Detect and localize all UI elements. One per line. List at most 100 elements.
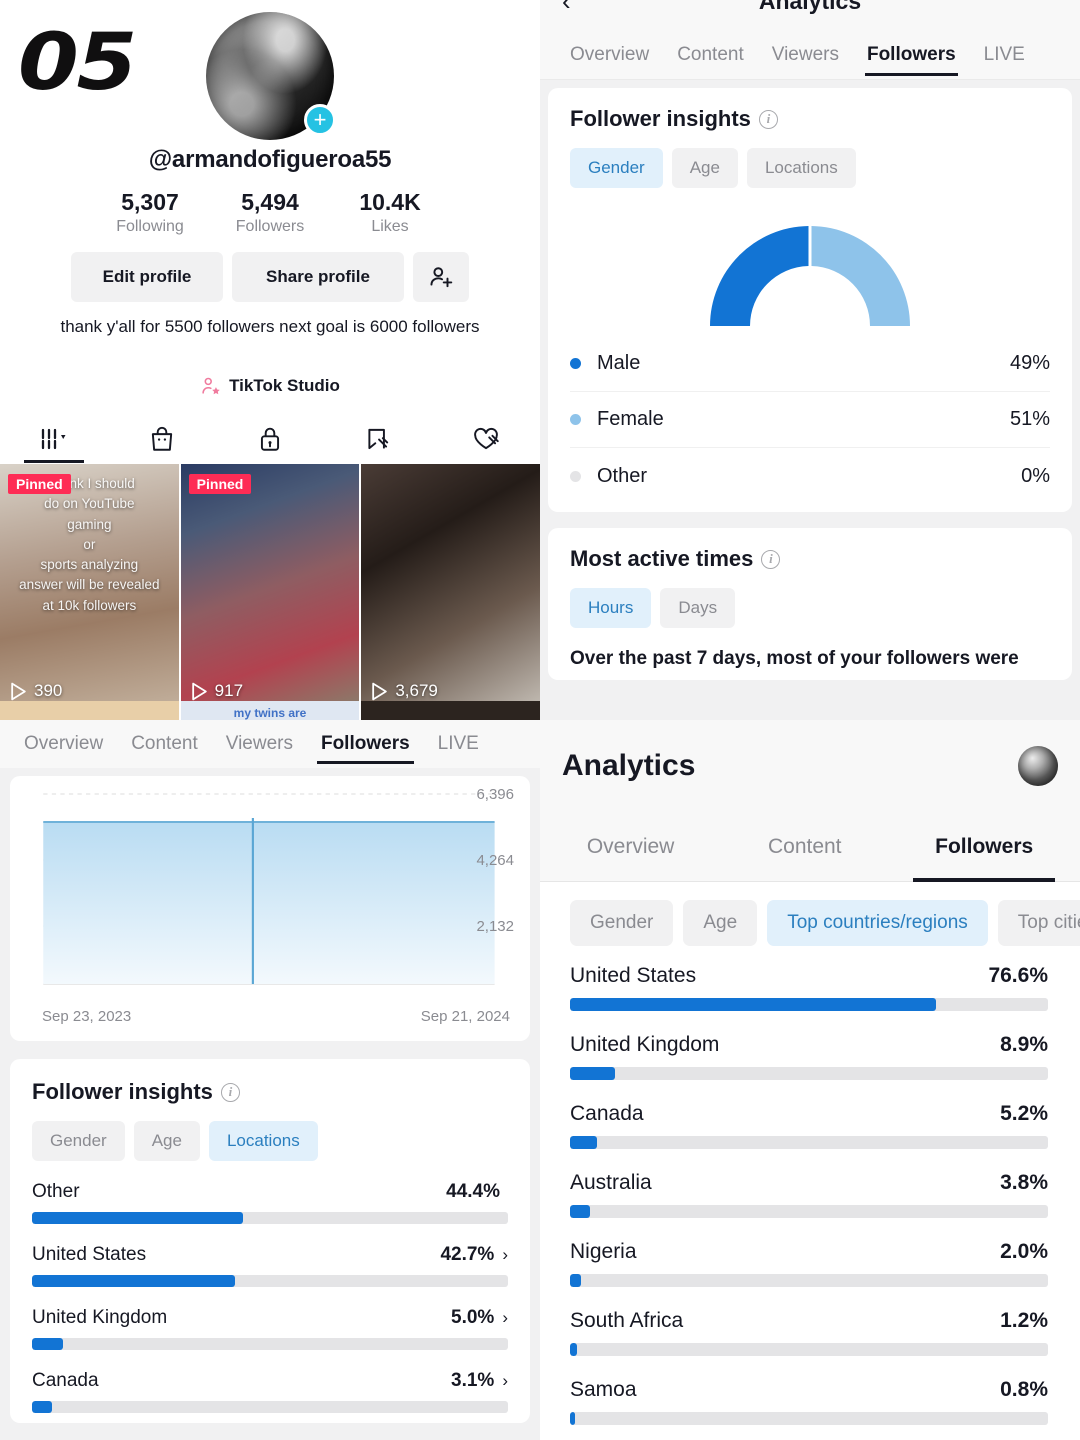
chip-gender[interactable]: Gender: [32, 1121, 125, 1161]
posts-grid-tab[interactable]: [0, 415, 108, 463]
tab-content[interactable]: Content: [768, 812, 842, 882]
repost-tab[interactable]: [324, 415, 432, 463]
most-active-times-chips: Hours Days: [570, 588, 1050, 628]
location-bar-track: [32, 1338, 508, 1350]
tab-content[interactable]: Content: [663, 30, 758, 80]
private-lock-tab[interactable]: [216, 415, 324, 463]
avatar[interactable]: +: [206, 12, 336, 140]
location-name: United States: [32, 1244, 147, 1265]
video-cell[interactable]: 3,679: [361, 464, 540, 725]
edit-profile-button[interactable]: Edit profile: [71, 252, 223, 302]
liked-tab[interactable]: [432, 415, 540, 463]
profile-content-tabs: [0, 415, 540, 463]
followers-area-chart[interactable]: 6,396 4,264 2,132: [24, 786, 516, 1000]
tab-overview[interactable]: Overview: [10, 720, 117, 768]
liked-heart-icon: [474, 427, 499, 450]
country-bar-track: [570, 1136, 1048, 1149]
country-value: 8.9%: [1000, 1033, 1048, 1056]
chip-days[interactable]: Days: [660, 588, 736, 628]
chevron-down-icon: [61, 435, 66, 439]
country-bar-fill: [570, 1136, 597, 1149]
tab-followers[interactable]: Followers: [307, 720, 424, 768]
chip-age[interactable]: Age: [683, 900, 758, 946]
tab-content[interactable]: Content: [117, 720, 212, 768]
chip-locations[interactable]: Locations: [208, 1121, 318, 1161]
studio-star-person-icon: [202, 377, 220, 395]
tab-live[interactable]: LIVE: [424, 720, 493, 768]
follower-insights-title: Follower insights: [32, 1079, 213, 1104]
location-row[interactable]: Other 44.4%: [32, 1181, 508, 1224]
stat-likes-value: 10.4K: [359, 189, 421, 215]
location-name: United Kingdom: [32, 1307, 168, 1328]
location-row[interactable]: United States 42.7% ›: [32, 1244, 508, 1287]
country-bar-track: [570, 998, 1048, 1011]
chip-age[interactable]: Age: [671, 148, 738, 188]
country-bar-track: [570, 1412, 1048, 1425]
country-value: 76.6%: [988, 964, 1048, 987]
video-play-count: 3,679: [371, 681, 438, 701]
country-row[interactable]: South Africa 1.2%: [570, 1309, 1048, 1356]
legend-row-male: Male 49%: [570, 336, 1050, 392]
add-user-button[interactable]: [413, 252, 469, 302]
add-profile-plus-icon[interactable]: +: [304, 104, 336, 136]
legend-dot-other: [570, 470, 581, 482]
tab-viewers[interactable]: Viewers: [212, 720, 307, 768]
country-row[interactable]: United States 76.6%: [570, 964, 1048, 1011]
info-icon[interactable]: i: [761, 549, 781, 569]
share-profile-button[interactable]: Share profile: [232, 252, 404, 302]
country-name: Nigeria: [570, 1240, 637, 1263]
chip-top-countries-regions[interactable]: Top countries/regions: [767, 900, 988, 946]
video-overlay-caption: u think I should do on YouTube gaming or…: [19, 476, 160, 613]
location-row[interactable]: United Kingdom 5.0% ›: [32, 1307, 508, 1350]
country-value: 3.8%: [1000, 1171, 1048, 1194]
pinned-badge: Pinned: [8, 474, 71, 494]
info-icon[interactable]: i: [758, 109, 778, 129]
country-row[interactable]: Canada 5.2%: [570, 1102, 1048, 1149]
info-icon[interactable]: i: [220, 1082, 240, 1102]
chip-locations[interactable]: Locations: [746, 148, 856, 188]
country-row[interactable]: Australia 3.8%: [570, 1171, 1048, 1218]
stat-following[interactable]: 5,307 Following: [90, 188, 210, 238]
follower-insights-locations-card: Follower insights i Gender Age Locations…: [10, 1059, 530, 1423]
tab-live[interactable]: LIVE: [970, 30, 1039, 80]
tab-overview[interactable]: Overview: [587, 812, 675, 882]
location-row[interactable]: Canada 3.1% ›: [32, 1370, 508, 1413]
header-avatar[interactable]: [1018, 746, 1058, 786]
shopping-bag-tab[interactable]: [108, 415, 216, 463]
follower-insights-chips: Gender Age Locations: [570, 148, 1050, 188]
chevron-right-icon: ›: [502, 1245, 508, 1264]
video-cell[interactable]: Pinned 917 my twins are: [180, 464, 360, 725]
country-value: 1.2%: [1000, 1309, 1048, 1332]
chip-gender[interactable]: Gender: [570, 148, 663, 188]
analytics-bottom-header: Analytics: [540, 720, 1080, 812]
location-bar-track: [32, 1401, 508, 1413]
stat-likes[interactable]: 10.4K Likes: [330, 188, 450, 238]
chip-gender[interactable]: Gender: [570, 900, 674, 946]
country-bar-track: [570, 1343, 1048, 1356]
tab-viewers[interactable]: Viewers: [758, 30, 853, 80]
country-name: Australia: [570, 1171, 652, 1194]
tiktok-studio-link[interactable]: TikTok Studio: [0, 375, 540, 397]
tab-overview[interactable]: Overview: [556, 30, 663, 80]
tab-followers[interactable]: Followers: [853, 30, 970, 80]
chip-top-cities[interactable]: Top citie: [997, 900, 1080, 946]
country-row[interactable]: Nigeria 2.0%: [570, 1240, 1048, 1287]
x-axis-label-start: Sep 23, 2023: [42, 1008, 132, 1025]
country-name: United Kingdom: [570, 1033, 720, 1056]
analytics-bottom-tabbar: Overview Content Followers: [540, 812, 1080, 882]
video-cell[interactable]: u think I should do on YouTube gaming or…: [0, 464, 179, 725]
follower-insights-title-row: Follower insights i: [32, 1079, 508, 1105]
tab-followers[interactable]: Followers: [913, 812, 1056, 882]
chip-age[interactable]: Age: [133, 1121, 200, 1161]
video-grid: u think I should do on YouTube gaming or…: [0, 464, 540, 725]
y-axis-label-top: 6,396: [476, 786, 514, 803]
play-icon: [372, 682, 388, 700]
country-row[interactable]: Samoa 0.8%: [570, 1378, 1048, 1425]
location-bar-fill: [32, 1275, 236, 1287]
chip-hours[interactable]: Hours: [570, 588, 652, 628]
posts-grid-icon: [41, 428, 66, 450]
country-bar-track: [570, 1067, 1048, 1080]
country-row[interactable]: United Kingdom 8.9%: [570, 1033, 1048, 1080]
legend-label-female: Female: [597, 408, 664, 430]
stat-followers[interactable]: 5,494 Followers: [210, 188, 330, 238]
